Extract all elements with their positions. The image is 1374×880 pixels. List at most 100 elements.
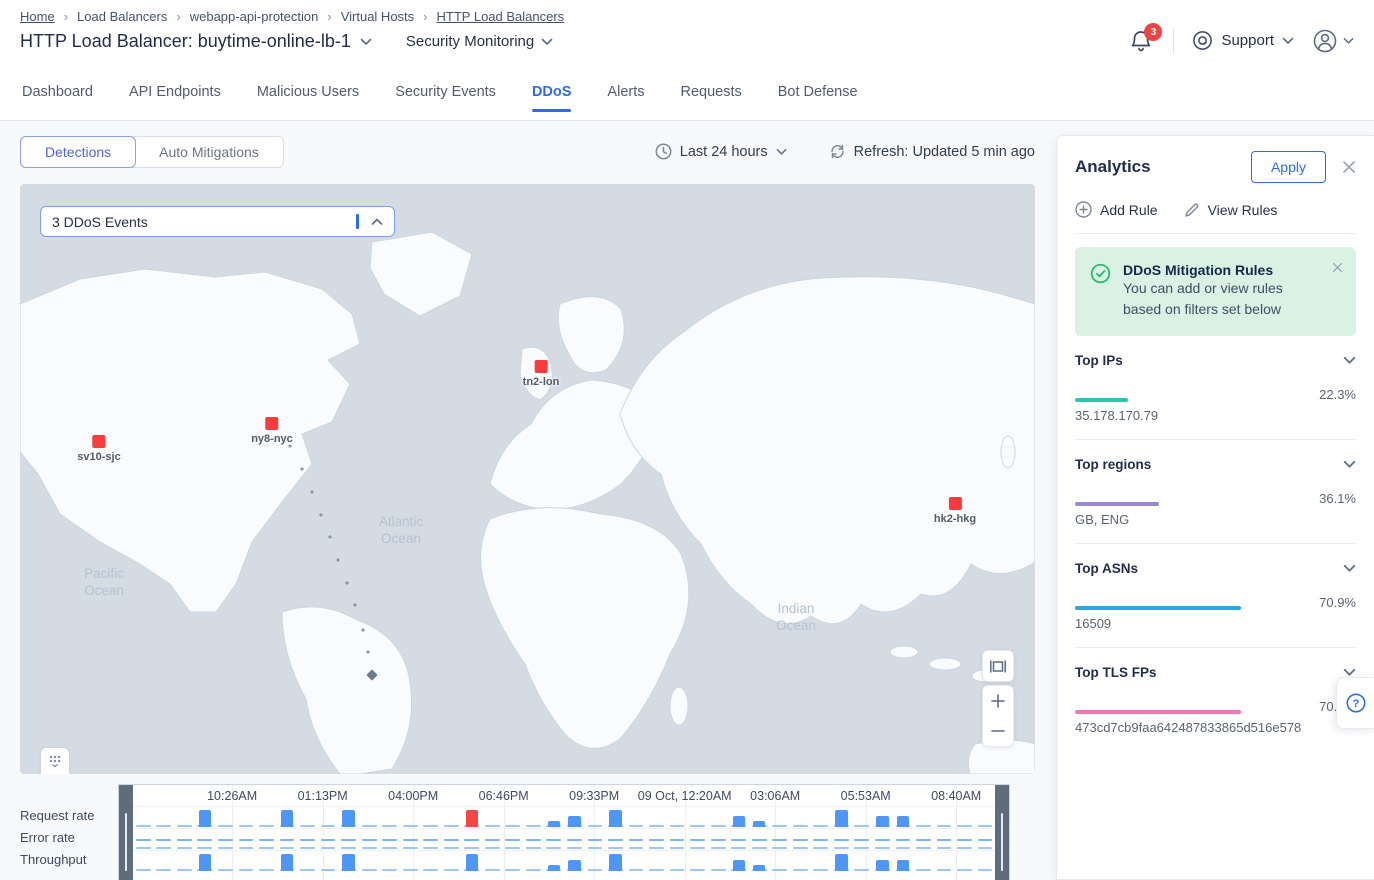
timeline-bar[interactable] [876, 816, 888, 827]
breadcrumb-item[interactable]: webapp-api-protection [190, 9, 319, 24]
timeline-bar[interactable] [876, 860, 888, 871]
section-distribution-bar [1075, 502, 1159, 506]
chevron-down-icon [1282, 37, 1294, 45]
timeline-slot [338, 829, 359, 850]
timeline-left-handle[interactable] [119, 785, 133, 880]
ddos-event-marker-hk2-hkg[interactable]: hk2-hkg [934, 497, 976, 525]
baseline-dash [280, 847, 295, 850]
chevron-down-icon[interactable] [1343, 668, 1356, 677]
tab-ddos[interactable]: DDoS [532, 64, 571, 120]
timeline-bar[interactable] [609, 854, 621, 871]
breadcrumb-item[interactable]: Virtual Hosts [341, 9, 414, 24]
timeline-grip-handle[interactable] [41, 748, 69, 774]
apply-button[interactable]: Apply [1251, 151, 1326, 183]
fit-bounds-button[interactable] [983, 651, 1013, 681]
timeline-slot [913, 807, 934, 828]
timeline-bar[interactable] [609, 810, 621, 827]
section-top-value[interactable]: GB, ENG [1075, 512, 1356, 527]
tab-bot-defense[interactable]: Bot Defense [778, 64, 858, 120]
chevron-down-icon[interactable] [1343, 460, 1356, 469]
user-menu[interactable] [1312, 28, 1354, 54]
security-monitoring-select[interactable]: Security Monitoring [406, 33, 553, 50]
ddos-event-marker-sv10-sjc[interactable]: sv10-sjc [77, 435, 120, 463]
ddos-event-marker-tn2-lon[interactable]: tn2-lon [523, 360, 560, 388]
time-range-select[interactable]: Last 24 hours [655, 143, 787, 160]
baseline-dash [588, 847, 603, 850]
detections-toggle[interactable]: Detections [20, 136, 136, 168]
timeline-bar[interactable] [568, 816, 580, 827]
flat-value-dash [280, 839, 295, 842]
flat-value-dash [239, 839, 254, 842]
section-top-value[interactable]: 473cd7cb9faa642487833865d516e578 [1075, 720, 1356, 735]
timeline-bar[interactable] [548, 821, 560, 827]
baseline-dash [239, 847, 254, 850]
refresh-button[interactable]: Refresh: Updated 5 min ago [829, 143, 1035, 160]
close-panel-icon[interactable] [1342, 160, 1356, 174]
timeline-bar[interactable] [548, 865, 560, 871]
timeline-bar[interactable] [753, 865, 765, 871]
breadcrumb-item[interactable]: Load Balancers [77, 9, 167, 24]
timeline-bar[interactable] [835, 810, 847, 827]
timeline-bar[interactable] [733, 816, 745, 827]
add-rule-button[interactable]: Add Rule [1075, 201, 1158, 218]
analytics-panel: Analytics Apply Add Rule View Rules [1056, 135, 1374, 880]
timeline-bar[interactable] [835, 854, 847, 871]
timeline-slot [174, 851, 195, 872]
chevron-down-icon[interactable] [1343, 356, 1356, 365]
ocean-label: Indian Ocean [776, 600, 816, 634]
timeline-slot [749, 807, 770, 828]
timeline-bar[interactable] [281, 810, 293, 827]
event-marker-label: tn2-lon [523, 376, 560, 388]
tab-security-events[interactable]: Security Events [395, 64, 496, 120]
baseline-dash [772, 825, 787, 828]
tab-alerts[interactable]: Alerts [607, 64, 644, 120]
tab-malicious-users[interactable]: Malicious Users [257, 64, 359, 120]
timeline-bar[interactable] [342, 854, 354, 871]
dismiss-notice-icon[interactable] [1332, 262, 1343, 273]
timeline-bar[interactable] [733, 860, 745, 871]
timeline-bar[interactable] [466, 854, 478, 871]
timeline-slot [872, 829, 893, 850]
section-top-value[interactable]: 35.178.170.79 [1075, 408, 1356, 423]
timeline-slot [379, 807, 400, 828]
timeline-slot [811, 807, 832, 828]
timeline-bar[interactable] [897, 860, 909, 871]
timeline-bar[interactable] [199, 854, 211, 871]
baseline-dash [629, 847, 644, 850]
timeline-bar[interactable] [897, 816, 909, 827]
notifications-button[interactable]: 3 [1129, 28, 1155, 54]
timeline-chart[interactable]: 10:26AM01:13PM04:00PM06:46PM09:33PM09 Oc… [118, 784, 1010, 880]
tab-api-endpoints[interactable]: API Endpoints [129, 64, 221, 120]
breadcrumb-item[interactable]: Home [20, 9, 55, 24]
breadcrumb-item[interactable]: HTTP Load Balancers [437, 9, 565, 24]
baseline-dash [629, 869, 644, 872]
ddos-events-selector[interactable]: 3 DDoS Events [40, 206, 395, 237]
world-map[interactable]: Pacific OceanAtlantic OceanIndian Ocean … [20, 184, 1035, 774]
support-menu[interactable]: Support [1192, 30, 1294, 51]
baseline-dash [403, 869, 418, 872]
chevron-down-icon[interactable] [360, 38, 372, 46]
view-rules-button[interactable]: View Rules [1184, 202, 1278, 218]
chevron-down-icon[interactable] [1343, 564, 1356, 573]
timeline-bar[interactable] [281, 854, 293, 871]
timeline-bar[interactable] [199, 810, 211, 827]
timeline-right-handle[interactable] [995, 785, 1009, 880]
tab-requests[interactable]: Requests [681, 64, 742, 120]
baseline-dash [362, 847, 377, 850]
auto-mitigations-toggle[interactable]: Auto Mitigations [135, 137, 283, 167]
help-button[interactable]: ? [1336, 677, 1374, 729]
zoom-in-button[interactable] [983, 686, 1013, 716]
baseline-dash [321, 869, 336, 872]
timeline-time-label: 03:06AM [750, 789, 800, 803]
zoom-out-button[interactable] [983, 716, 1013, 746]
grip-icon [47, 754, 63, 768]
ddos-event-marker-ny8-nyc[interactable]: ny8-nyc [251, 417, 293, 445]
timeline-bar-ddos-event[interactable] [466, 810, 478, 827]
timeline-time-label: 01:13PM [298, 789, 348, 803]
timeline-bar[interactable] [342, 810, 354, 827]
timeline-bar[interactable] [753, 821, 765, 827]
timeline-bar[interactable] [568, 860, 580, 871]
section-top-value[interactable]: 16509 [1075, 616, 1356, 631]
timeline-time-label: 08:40AM [931, 789, 981, 803]
tab-dashboard[interactable]: Dashboard [22, 64, 93, 120]
